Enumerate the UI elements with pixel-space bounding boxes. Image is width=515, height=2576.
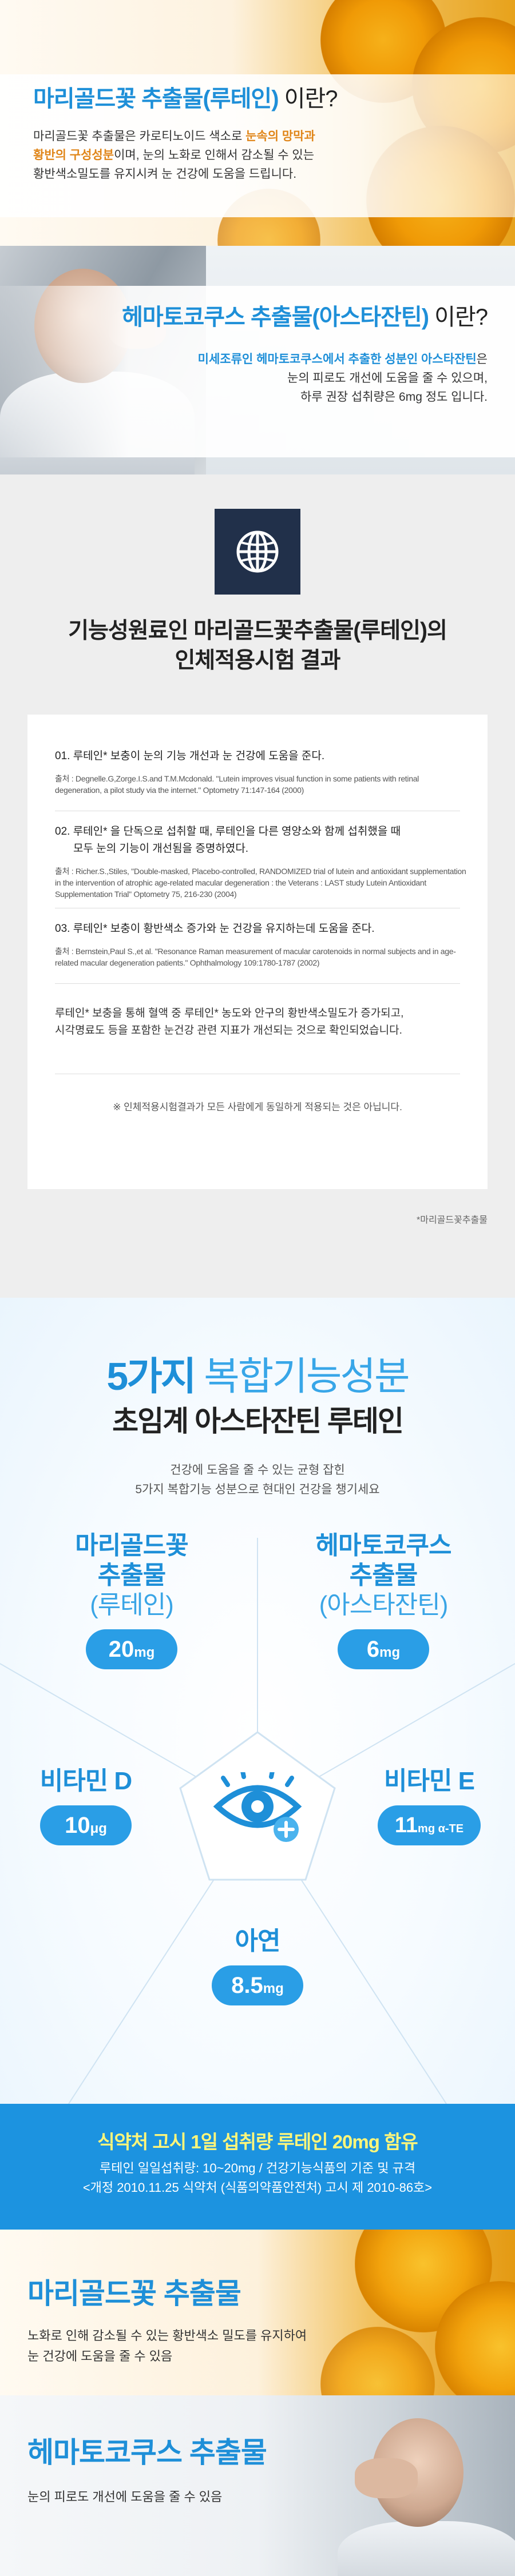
haematococcus-benefit-text: 눈의 피로도 개선에 도움을 줄 수 있음: [27, 2490, 223, 2504]
trial-notice: ※ 인체적용시험결과가 모든 사람에게 동일하게 적용되는 것은 아닙니다.: [113, 1102, 402, 1112]
divider: [55, 983, 460, 984]
ingredient-haematococcus: 헤마토코쿠스 추출물 (아스타잔틴) 6mg: [298, 1531, 469, 1669]
haematococcus-benefit-title: 헤마토코쿠스 추출물: [27, 2437, 267, 2469]
ingredient-vitamin-e: 비타민 E 11mg α-TE: [355, 1766, 504, 1845]
dosage-banner-text: 루테인 일일섭취량: 10~20mg / 건강기능식품의 기준 및 규격 <개정…: [82, 2161, 433, 2195]
marigold-title: 마리골드꽃 추출물(루테인) 이란?: [33, 86, 338, 111]
amount-badge: 10μg: [40, 1805, 132, 1845]
eye-plus-icon: [213, 1772, 302, 1842]
ingredient-vitamin-d: 비타민 D 10μg: [11, 1766, 160, 1845]
marigold-benefit-text: 노화로 인해 감소될 수 있는 황반색소 밀도를 유지하여 눈 건강에 도움을 …: [27, 2328, 307, 2363]
dosage-banner: 식약처 고시 1일 섭취량 루테인 20mg 함유 루테인 일일섭취량: 10~…: [0, 2104, 515, 2230]
haematococcus-benefit-section: 헤마토코쿠스 추출물 눈의 피로도 개선에 도움을 줄 수 있음: [0, 2395, 515, 2576]
haematococcus-title: 헤마토코쿠스 추출물(아스타잔틴) 이란?: [122, 305, 488, 330]
trial-result-source: 출처 : Richer.S.,Stiles, "Double-masked, P…: [55, 867, 466, 899]
five-ingredients-title: 5가지 복합기능성분: [106, 1355, 410, 1398]
product-subtitle: 초임계 아스타잔틴 루테인: [112, 1405, 404, 1437]
amount-badge: 6mg: [338, 1629, 429, 1669]
marigold-description: 마리골드꽃 추출물은 카로티노이드 색소로 눈속의 망막과 황반의 구성성분이며…: [33, 130, 315, 181]
trial-result-heading: 01. 루테인* 보충이 눈의 기능 개선과 눈 건강에 도움을 준다.: [55, 750, 325, 762]
marigold-benefit-title: 마리골드꽃 추출물: [27, 2278, 241, 2310]
amount-badge: 8.5mg: [212, 1965, 303, 2005]
haematococcus-intro-section: 헤마토코쿠스 추출물(아스타잔틴) 이란? 미세조류인 헤마토코쿠스에서 추출한…: [0, 246, 515, 474]
marigold-intro-section: 마리골드꽃 추출물(루테인) 이란? 마리골드꽃 추출물은 카로티노이드 색소로…: [0, 0, 515, 246]
trial-summary: 루테인* 보충을 통해 혈액 중 루테인* 농도와 안구의 황반색소밀도가 증가…: [55, 1007, 404, 1036]
amount-badge: 20mg: [86, 1629, 177, 1669]
clinical-trial-section: 기능성원료인 마리골드꽃추출물(루테인)의 인체적용시험 결과 01. 루테인*…: [0, 474, 515, 1298]
trial-result-heading: 02. 루테인* 을 단독으로 섭취할 때, 루테인을 다른 영양소와 함께 섭…: [55, 826, 401, 855]
trial-result-source: 출처 : Degnelle.G,Zorge.I.S.and T.M.Mcdona…: [55, 774, 419, 795]
product-detail-page: 마리골드꽃 추출물(루테인) 이란? 마리골드꽃 추출물은 카로티노이드 색소로…: [0, 0, 515, 2576]
trial-footnote: *마리골드꽃추출물: [417, 1215, 488, 1225]
trial-result-heading: 03. 루테인* 보충이 황반색소 증가와 눈 건강을 유지하는데 도움을 준다…: [55, 923, 375, 935]
haematococcus-description: 미세조류인 헤마토코쿠스에서 추출한 성분인 아스타잔틴은 눈의 피로도 개선에…: [197, 353, 488, 404]
clinical-trial-heading: 기능성원료인 마리골드꽃추출물(루테인)의 인체적용시험 결과: [68, 619, 447, 673]
dosage-banner-title: 식약처 고시 1일 섭취량 루테인 20mg 함유: [97, 2131, 418, 2152]
five-ingredients-section: 5가지 복합기능성분 초임계 아스타잔틴 루테인 건강에 도움을 줄 수 있는 …: [0, 1298, 515, 2104]
clinical-results-card: 01. 루테인* 보충이 눈의 기능 개선과 눈 건강에 도움을 준다. 출처 …: [27, 715, 488, 1189]
tired-man-image: [332, 2395, 515, 2576]
trial-result-item: 01. 루테인* 보충이 눈의 기능 개선과 눈 건강에 도움을 준다. 출처 …: [55, 748, 467, 796]
globe-icon: [215, 509, 300, 595]
amount-badge: 11mg α-TE: [377, 1805, 481, 1845]
trial-result-item: 03. 루테인* 보충이 황반색소 증가와 눈 건강을 유지하는데 도움을 준다…: [55, 920, 467, 968]
ingredients-lead: 건강에 도움을 줄 수 있는 균형 잡힌 5가지 복합기능 성분으로 현대인 건…: [135, 1464, 380, 1496]
ingredient-marigold: 마리골드꽃 추출물 (루테인) 20mg: [46, 1531, 217, 1669]
trial-result-source: 출처 : Bernstein,Paul S.,et al. "Resonance…: [55, 947, 456, 967]
ingredient-zinc: 아연 8.5mg: [183, 1927, 332, 2005]
marigold-benefit-section: 마리골드꽃 추출물 노화로 인해 감소될 수 있는 황반색소 밀도를 유지하여 …: [0, 2230, 515, 2395]
trial-result-item: 02. 루테인* 을 단독으로 섭취할 때, 루테인을 다른 영양소와 함께 섭…: [55, 823, 467, 900]
